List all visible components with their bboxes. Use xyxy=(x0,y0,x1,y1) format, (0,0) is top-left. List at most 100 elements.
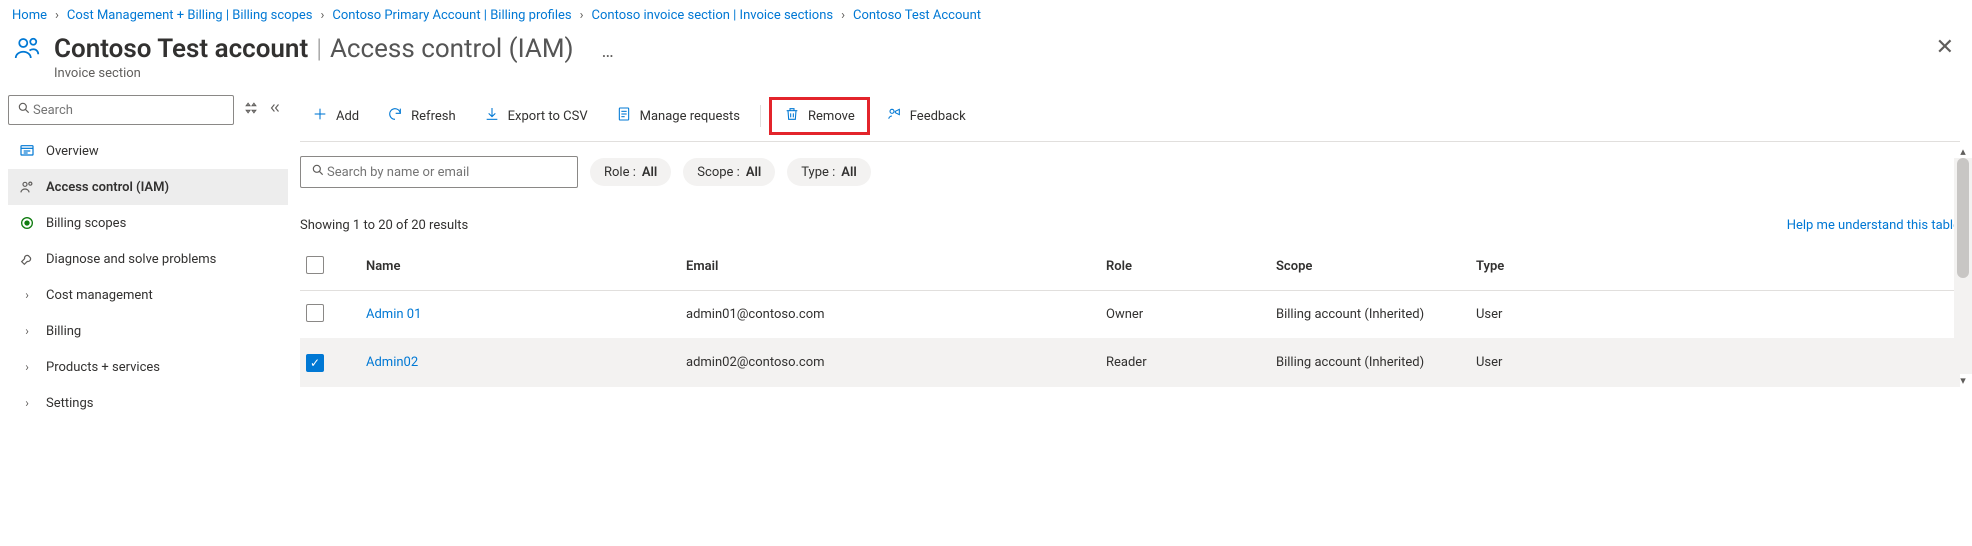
grid-header: Name Email Role Scope Type xyxy=(300,243,1960,291)
scope-icon xyxy=(18,215,36,231)
scroll-up-icon[interactable]: ▴ xyxy=(1954,145,1972,158)
row-role: Reader xyxy=(1106,355,1276,370)
feedback-button[interactable]: Feedback xyxy=(874,99,978,133)
breadcrumb-link[interactable]: Contoso Test Account xyxy=(853,8,981,23)
export-csv-button[interactable]: Export to CSV xyxy=(472,99,600,133)
table-row[interactable]: Admin 01 admin01@contoso.com Owner Billi… xyxy=(300,291,1960,339)
toolbar-label: Manage requests xyxy=(640,109,740,124)
scroll-track[interactable] xyxy=(1954,158,1972,374)
close-icon[interactable]: ✕ xyxy=(1936,35,1954,60)
download-icon xyxy=(484,106,500,126)
row-name-link[interactable]: Admin02 xyxy=(366,355,686,370)
row-role: Owner xyxy=(1106,307,1276,322)
breadcrumb-link[interactable]: Cost Management + Billing | Billing scop… xyxy=(67,8,313,23)
sidebar-item-settings[interactable]: › Settings xyxy=(8,385,288,421)
select-all-checkbox[interactable] xyxy=(306,256,324,274)
chevron-right-icon: › xyxy=(18,288,36,302)
sort-icon[interactable] xyxy=(244,101,258,119)
row-type: User xyxy=(1476,355,1596,370)
sidebar-item-billing[interactable]: › Billing xyxy=(8,313,288,349)
toolbar-label: Add xyxy=(336,109,359,124)
results-bar: Showing 1 to 20 of 20 results Help me un… xyxy=(300,196,1960,243)
add-button[interactable]: Add xyxy=(300,99,371,133)
sidebar-item-label: Products + services xyxy=(46,360,160,375)
col-name[interactable]: Name xyxy=(366,259,686,274)
pill-label: Scope : xyxy=(697,165,740,180)
sidebar-search[interactable] xyxy=(8,95,234,125)
sidebar-item-diagnose[interactable]: Diagnose and solve problems xyxy=(8,241,288,277)
plus-icon xyxy=(312,106,328,126)
trash-icon xyxy=(784,106,800,126)
people-icon xyxy=(18,179,36,195)
sidebar-item-label: Settings xyxy=(46,396,93,411)
chevron-right-icon: › xyxy=(18,360,36,374)
breadcrumb-link[interactable]: Home xyxy=(12,8,47,23)
pill-value: All xyxy=(841,165,856,180)
scroll-thumb[interactable] xyxy=(1957,158,1969,278)
title-separator: | xyxy=(316,34,322,64)
refresh-icon xyxy=(387,106,403,126)
col-type[interactable]: Type xyxy=(1476,259,1596,274)
row-checkbox[interactable]: ✓ xyxy=(306,354,324,372)
wrench-icon xyxy=(18,251,36,267)
chevron-right-icon: › xyxy=(55,8,59,23)
sidebar-item-access-control[interactable]: Access control (IAM) xyxy=(8,169,288,205)
feedback-icon xyxy=(886,106,902,126)
sidebar-item-label: Access control (IAM) xyxy=(46,180,169,195)
toolbar-label: Feedback xyxy=(910,109,966,124)
collapse-icon[interactable] xyxy=(268,101,282,119)
pill-label: Type : xyxy=(801,165,835,180)
chevron-right-icon: › xyxy=(580,8,584,23)
row-type: User xyxy=(1476,307,1596,322)
sidebar-item-label: Cost management xyxy=(46,288,153,303)
sidebar: Overview Access control (IAM) Billing sc… xyxy=(0,91,288,421)
col-email[interactable]: Email xyxy=(686,259,1106,274)
col-scope[interactable]: Scope xyxy=(1276,259,1476,274)
row-checkbox[interactable] xyxy=(306,304,324,322)
table-row[interactable]: ✓ Admin02 admin02@contoso.com Reader Bil… xyxy=(300,339,1960,387)
help-link[interactable]: Help me understand this table xyxy=(1787,218,1960,233)
filter-pill-type[interactable]: Type : All xyxy=(787,158,870,186)
row-name-link[interactable]: Admin 01 xyxy=(366,307,686,322)
sidebar-item-cost-management[interactable]: › Cost management xyxy=(8,277,288,313)
grid-search-input[interactable] xyxy=(325,164,567,181)
breadcrumb: Home › Cost Management + Billing | Billi… xyxy=(0,0,1972,29)
remove-button[interactable]: Remove xyxy=(769,97,870,135)
sidebar-item-products-services[interactable]: › Products + services xyxy=(8,349,288,385)
toolbar-label: Refresh xyxy=(411,109,455,124)
scrollbar[interactable]: ▴ ▾ xyxy=(1954,145,1972,387)
grid: Name Email Role Scope Type Admin 01 admi… xyxy=(300,243,1960,387)
chevron-right-icon: › xyxy=(18,396,36,410)
sidebar-item-billing-scopes[interactable]: Billing scopes xyxy=(8,205,288,241)
people-icon xyxy=(12,33,42,67)
sidebar-search-input[interactable] xyxy=(31,102,225,119)
filter-pill-role[interactable]: Role : All xyxy=(590,158,671,186)
refresh-button[interactable]: Refresh xyxy=(375,99,467,133)
toolbar-label: Export to CSV xyxy=(508,109,588,124)
chevron-right-icon: › xyxy=(321,8,325,23)
sidebar-item-overview[interactable]: Overview xyxy=(8,133,288,169)
manage-requests-button[interactable]: Manage requests xyxy=(604,99,752,133)
page-header: Contoso Test account | Access control (I… xyxy=(0,29,1972,91)
results-summary: Showing 1 to 20 of 20 results xyxy=(300,218,468,233)
grid-search[interactable] xyxy=(300,156,578,188)
more-actions-button[interactable]: … xyxy=(602,41,614,62)
chevron-right-icon: › xyxy=(18,324,36,338)
toolbar: Add Refresh Export to CSV Manage request… xyxy=(300,91,1960,142)
overview-icon xyxy=(18,143,36,159)
sidebar-item-label: Overview xyxy=(46,144,99,159)
search-icon xyxy=(311,163,325,181)
row-scope: Billing account (Inherited) xyxy=(1276,355,1476,370)
toolbar-separator xyxy=(760,105,761,127)
scroll-down-icon[interactable]: ▾ xyxy=(1954,374,1972,387)
page-subsection: Access control (IAM) xyxy=(330,34,574,64)
filter-pill-scope[interactable]: Scope : All xyxy=(683,158,775,186)
page-subtitle: Invoice section xyxy=(54,66,614,81)
breadcrumb-link[interactable]: Contoso invoice section | Invoice sectio… xyxy=(592,8,834,23)
pill-label: Role : xyxy=(604,165,636,180)
toolbar-label: Remove xyxy=(808,109,855,124)
breadcrumb-link[interactable]: Contoso Primary Account | Billing profil… xyxy=(332,8,571,23)
col-role[interactable]: Role xyxy=(1106,259,1276,274)
row-email: admin02@contoso.com xyxy=(686,355,1106,370)
pill-value: All xyxy=(746,165,761,180)
